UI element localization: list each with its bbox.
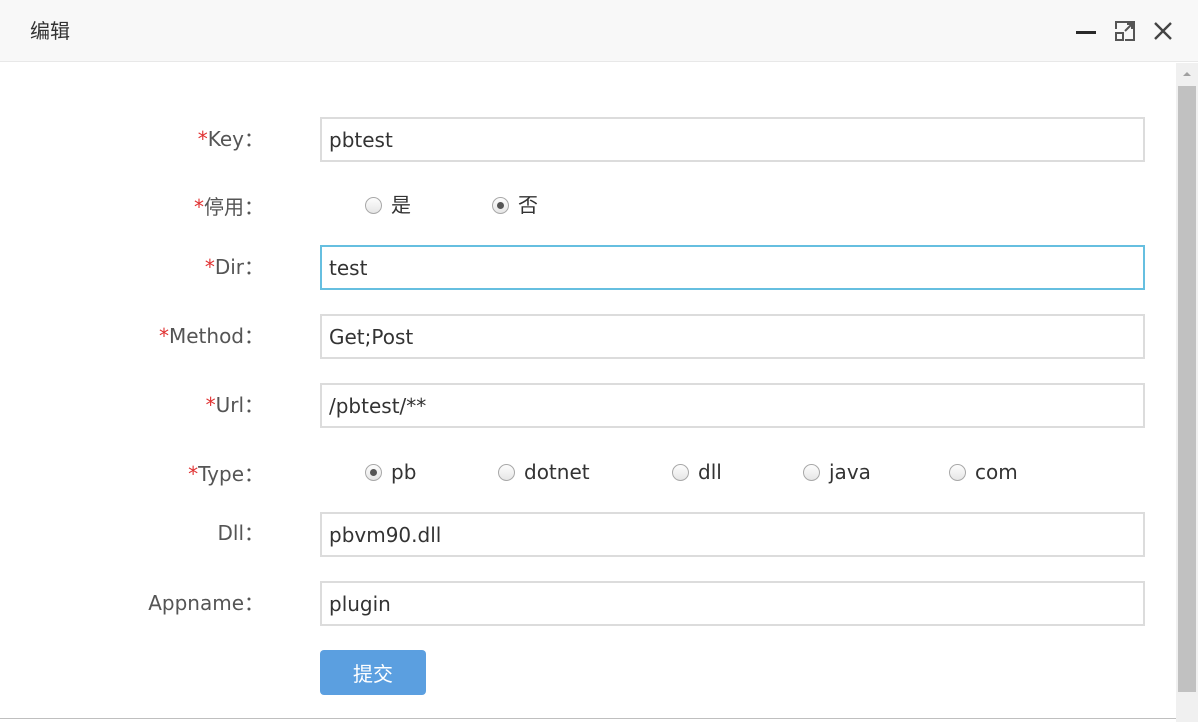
close-button[interactable] xyxy=(1151,19,1175,43)
dir-label: *Dir： xyxy=(205,255,264,279)
required-mark: * xyxy=(158,324,169,348)
minimize-icon xyxy=(1076,31,1096,34)
required-mark: * xyxy=(197,127,208,151)
radio-label: dll xyxy=(698,460,722,484)
required-mark: * xyxy=(188,462,199,486)
dialog-titlebar: 编辑 xyxy=(0,0,1198,62)
type-radio-java[interactable]: java xyxy=(803,460,871,484)
method-label: *Method： xyxy=(159,324,264,348)
type-label: *Type： xyxy=(188,462,264,486)
method-label-text: Method： xyxy=(168,324,264,348)
dll-label: Dll： xyxy=(217,521,264,545)
radio-circle xyxy=(949,463,966,481)
radio-label: 否 xyxy=(518,193,538,217)
dialog-title: 编辑 xyxy=(30,19,70,43)
minimize-button[interactable] xyxy=(1074,19,1098,43)
radio-label: java xyxy=(829,460,871,484)
disabled-label-text: 停用： xyxy=(204,195,264,219)
dir-input[interactable] xyxy=(320,245,1145,290)
required-mark: * xyxy=(205,393,216,417)
radio-circle-checked xyxy=(365,463,382,481)
url-label-text: Url： xyxy=(215,393,264,417)
type-radio-pb[interactable]: pb xyxy=(365,460,416,484)
radio-circle xyxy=(498,463,515,481)
key-label: *Key： xyxy=(198,127,264,151)
dialog-content: *Key： *停用： 是 否 *Dir： *Method： xyxy=(0,63,1176,722)
type-label-text: Type： xyxy=(198,462,264,486)
type-radio-dll[interactable]: dll xyxy=(672,460,722,484)
radio-label: com xyxy=(975,460,1018,484)
key-label-text: Key： xyxy=(207,127,264,151)
submit-button[interactable]: 提交 xyxy=(320,650,426,695)
vertical-scrollbar[interactable] xyxy=(1176,63,1198,722)
url-label: *Url： xyxy=(206,393,264,417)
required-mark: * xyxy=(194,195,204,219)
scroll-up-button[interactable] xyxy=(1176,63,1198,85)
chevron-up-icon xyxy=(1183,72,1191,76)
radio-label: 是 xyxy=(391,193,411,217)
dir-label-text: Dir： xyxy=(214,255,264,279)
type-radio-dotnet[interactable]: dotnet xyxy=(498,460,590,484)
scrollbar-thumb[interactable] xyxy=(1178,86,1196,692)
radio-circle xyxy=(803,463,820,481)
required-mark: * xyxy=(204,255,215,279)
maximize-icon xyxy=(1115,21,1135,41)
disabled-label: *停用： xyxy=(194,195,264,219)
dll-input[interactable] xyxy=(320,512,1145,557)
type-radio-com[interactable]: com xyxy=(949,460,1018,484)
key-input[interactable] xyxy=(320,117,1145,162)
radio-circle-checked xyxy=(492,196,509,214)
disabled-radio-no[interactable]: 否 xyxy=(492,193,538,217)
radio-circle xyxy=(672,463,689,481)
radio-circle xyxy=(365,196,382,214)
appname-label: Appname： xyxy=(148,591,264,615)
disabled-radio-yes[interactable]: 是 xyxy=(365,193,411,217)
bottom-divider xyxy=(0,718,1176,722)
appname-input[interactable] xyxy=(320,581,1145,626)
url-input[interactable] xyxy=(320,383,1145,428)
edit-dialog: 编辑 *Key： *停用： xyxy=(0,0,1198,722)
radio-label: dotnet xyxy=(524,460,590,484)
close-icon xyxy=(1154,22,1172,40)
maximize-button[interactable] xyxy=(1113,19,1137,43)
method-input[interactable] xyxy=(320,314,1145,359)
radio-label: pb xyxy=(391,460,417,484)
